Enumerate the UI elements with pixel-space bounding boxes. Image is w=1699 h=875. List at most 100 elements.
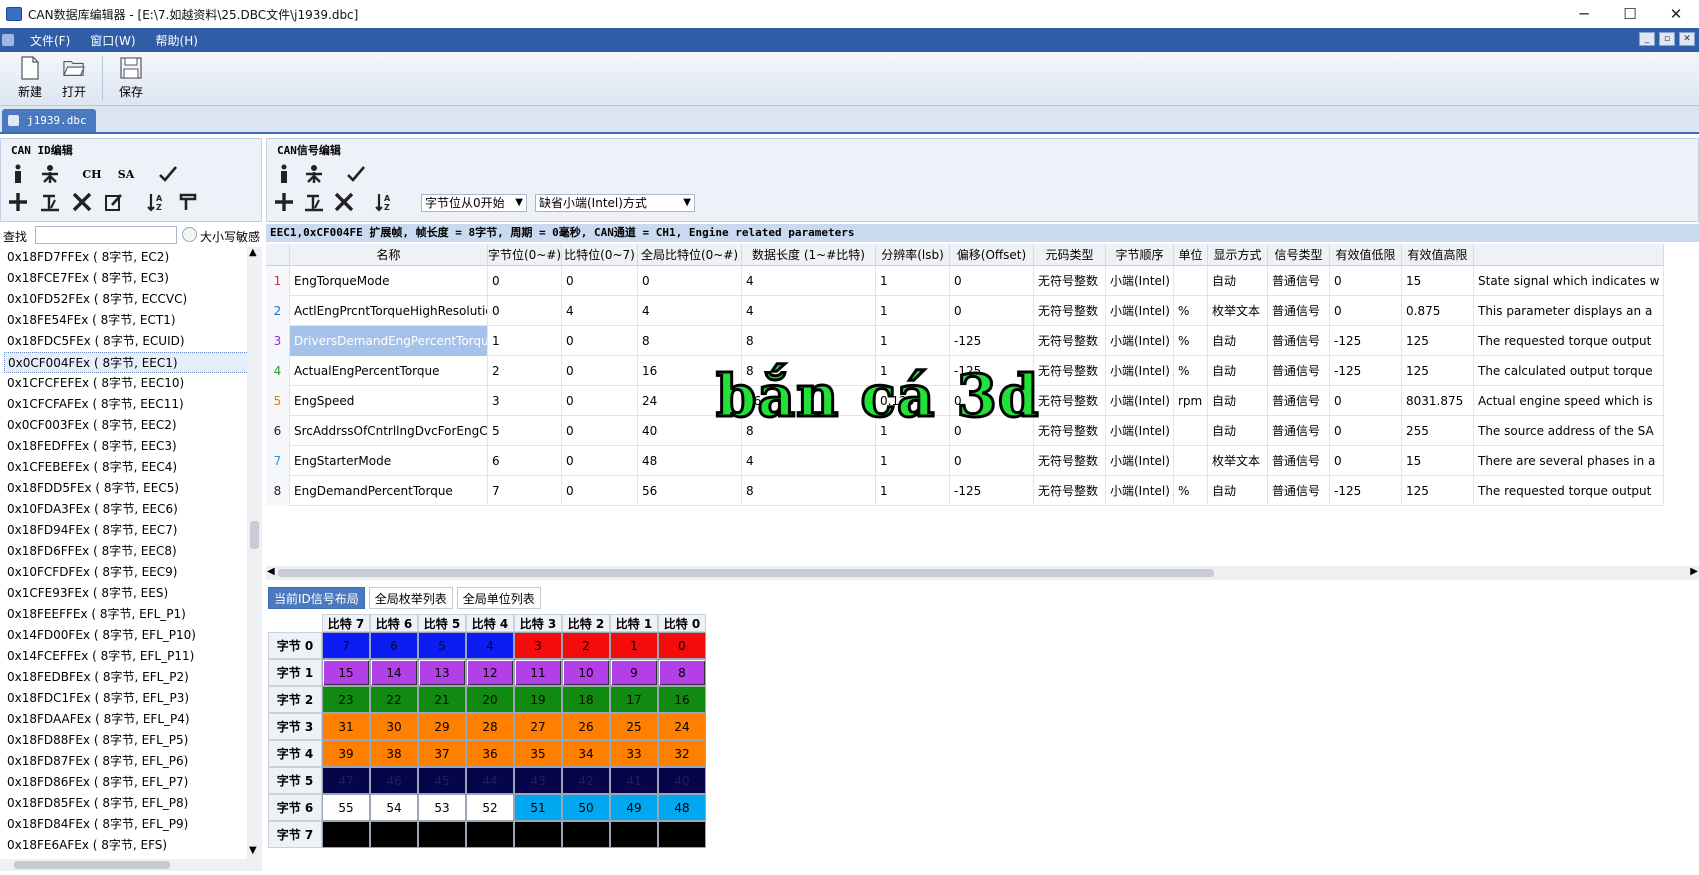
table-cell[interactable]: 小端(Intel) xyxy=(1106,416,1174,446)
table-cell[interactable]: % xyxy=(1174,326,1208,356)
bit-cell[interactable]: 11 xyxy=(514,659,562,686)
bit-cell[interactable]: 54 xyxy=(370,794,418,821)
table-cell[interactable]: DriversDemandEngPercentTorque xyxy=(290,326,488,356)
id-list-item[interactable]: 0x1CFCFAFEx ( 8字节, EEC11) xyxy=(4,394,249,415)
table-cell[interactable]: 1 xyxy=(876,476,950,506)
id-list-hscroll-thumb[interactable] xyxy=(14,861,170,869)
table-cell[interactable]: 4 xyxy=(562,296,638,326)
table-cell[interactable]: 自动 xyxy=(1208,416,1268,446)
id-list-item[interactable]: 0x18FD85FEx ( 8字节, EFL_P8) xyxy=(4,793,249,814)
bit-cell[interactable]: 20 xyxy=(466,686,514,713)
table-cell[interactable]: The calculated output torque xyxy=(1474,356,1664,386)
table-cell[interactable]: 7 xyxy=(488,476,562,506)
table-cell[interactable]: 15 xyxy=(1402,446,1474,476)
mdi-restore-button[interactable]: ▫ xyxy=(1659,32,1675,46)
column-header[interactable]: 分辨率(lsb) xyxy=(876,244,950,266)
table-cell[interactable]: ActualEngPercentTorque xyxy=(290,356,488,386)
table-cell[interactable]: 1 xyxy=(876,296,950,326)
menu-file[interactable]: 文件(F) xyxy=(20,32,80,49)
table-cell[interactable]: 0 xyxy=(562,416,638,446)
id-list-item[interactable]: 0x10FCFDFEx ( 8字节, EEC9) xyxy=(4,562,249,583)
bit-cell[interactable]: 32 xyxy=(658,740,706,767)
table-cell[interactable]: 普通信号 xyxy=(1268,416,1330,446)
id-list-item[interactable]: 0x18FEEFFEx ( 8字节, EFL_P1) xyxy=(4,604,249,625)
table-cell[interactable]: 0 xyxy=(562,266,638,296)
bit-cell[interactable]: 0 xyxy=(658,632,706,659)
id-list-scrollbar[interactable]: ▲ ▼ xyxy=(247,247,262,859)
table-cell[interactable]: 8 xyxy=(742,326,876,356)
bit-cell[interactable]: 55 xyxy=(322,794,370,821)
column-header[interactable]: 信号类型 xyxy=(1268,244,1330,266)
bit-cell[interactable]: 34 xyxy=(562,740,610,767)
table-cell[interactable]: The requested torque output xyxy=(1474,326,1664,356)
table-cell[interactable]: 1 xyxy=(876,326,950,356)
id-list-item[interactable]: 0x18FCE7FEx ( 8字节, EC3) xyxy=(4,268,249,289)
table-cell[interactable] xyxy=(1174,416,1208,446)
table-cell[interactable]: 1 xyxy=(488,326,562,356)
id-list-item[interactable]: 0x10FD52FEx ( 8字节, ECCVC) xyxy=(4,289,249,310)
column-header[interactable]: 有效值高限 xyxy=(1402,244,1474,266)
bit-cell[interactable]: 23 xyxy=(322,686,370,713)
table-cell[interactable]: SrcAddrssOfCntrllngDvcForEngCtrl xyxy=(290,416,488,446)
column-header[interactable]: 字节顺序 xyxy=(1106,244,1174,266)
table-cell[interactable]: rpm xyxy=(1174,386,1208,416)
table-cell[interactable]: 0 xyxy=(562,446,638,476)
table-cell[interactable]: EngStarterMode xyxy=(290,446,488,476)
table-cell[interactable]: 125 xyxy=(1402,356,1474,386)
table-cell[interactable]: 125 xyxy=(1402,326,1474,356)
column-header[interactable]: 元码类型 xyxy=(1034,244,1106,266)
bit-cell[interactable]: 16 xyxy=(658,686,706,713)
table-cell[interactable]: 4 xyxy=(742,266,876,296)
bit-cell[interactable]: 2 xyxy=(562,632,610,659)
id-list-item[interactable]: 0x18FEDBFEx ( 8字节, EFL_P2) xyxy=(4,667,249,688)
bit-cell[interactable]: 24 xyxy=(658,713,706,740)
delete-signal-icon[interactable] xyxy=(333,191,355,213)
table-cell[interactable]: 4 xyxy=(742,296,876,326)
filter-icon[interactable] xyxy=(177,191,199,213)
table-cell[interactable]: 1 xyxy=(876,446,950,476)
menu-window[interactable]: 窗口(W) xyxy=(80,32,145,49)
table-cell[interactable]: 0 xyxy=(488,266,562,296)
bit-cell[interactable]: 28 xyxy=(466,713,514,740)
table-cell[interactable]: 0 xyxy=(638,266,742,296)
signal-row[interactable]: 8 EngDemandPercentTorque 7 0 56 8 1 -125 无符号整数 小端… xyxy=(266,476,1664,506)
signal-sort-icon[interactable]: AZ xyxy=(373,191,395,213)
table-cell[interactable]: 0 xyxy=(1330,416,1402,446)
table-cell[interactable]: EngSpeed xyxy=(290,386,488,416)
bit-cell[interactable]: 40 xyxy=(658,767,706,794)
table-cell[interactable]: 枚举文本 xyxy=(1208,296,1268,326)
table-cell[interactable]: 普通信号 xyxy=(1268,476,1330,506)
bit-cell[interactable]: 21 xyxy=(418,686,466,713)
column-header[interactable]: 有效值低限 xyxy=(1330,244,1402,266)
tab-current-id-layout[interactable]: 当前ID信号布局 xyxy=(268,587,365,609)
bit-cell[interactable]: 17 xyxy=(610,686,658,713)
bit-cell[interactable]: 19 xyxy=(514,686,562,713)
id-list-item[interactable]: 0x18FE6AFEx ( 8字节, EFS) xyxy=(4,835,249,856)
signal-row[interactable]: 3 DriversDemandEngPercentTorque 1 0 8 8 1 -125 无… xyxy=(266,326,1664,356)
bit-cell[interactable]: 43 xyxy=(514,767,562,794)
bit-cell[interactable]: 44 xyxy=(466,767,514,794)
bit-cell[interactable]: 48 xyxy=(658,794,706,821)
bit-cell[interactable]: 26 xyxy=(562,713,610,740)
id-list-item[interactable]: 0x18FD94FEx ( 8字节, EEC7) xyxy=(4,520,249,541)
id-list-item[interactable]: 0x1CFEBEFEx ( 8字节, EEC4) xyxy=(4,457,249,478)
table-cell[interactable]: 48 xyxy=(638,446,742,476)
table-cell[interactable]: 15 xyxy=(1402,266,1474,296)
bit-cell[interactable]: 42 xyxy=(562,767,610,794)
settings-icon[interactable] xyxy=(39,163,61,185)
table-cell[interactable]: 0 xyxy=(950,446,1034,476)
table-cell[interactable]: % xyxy=(1174,476,1208,506)
ch-button[interactable]: CH xyxy=(81,163,103,185)
table-cell[interactable]: EngTorqueMode xyxy=(290,266,488,296)
bit-cell[interactable]: 50 xyxy=(562,794,610,821)
table-cell[interactable]: 无符号整数 xyxy=(1034,296,1106,326)
bit-cell[interactable]: 35 xyxy=(514,740,562,767)
table-cell[interactable] xyxy=(1174,266,1208,296)
id-list-item[interactable]: 0x1CFE93FEx ( 8字节, EES) xyxy=(4,583,249,604)
new-button[interactable]: 新建 xyxy=(8,52,52,104)
table-cell[interactable]: 自动 xyxy=(1208,356,1268,386)
byte-start-select[interactable]: 字节位从0开始 ▼ xyxy=(421,194,527,212)
id-list-item[interactable]: 0x18FDAAFEx ( 8字节, EFL_P4) xyxy=(4,709,249,730)
open-button[interactable]: 打开 xyxy=(52,52,96,104)
table-cell[interactable]: 0 xyxy=(950,296,1034,326)
